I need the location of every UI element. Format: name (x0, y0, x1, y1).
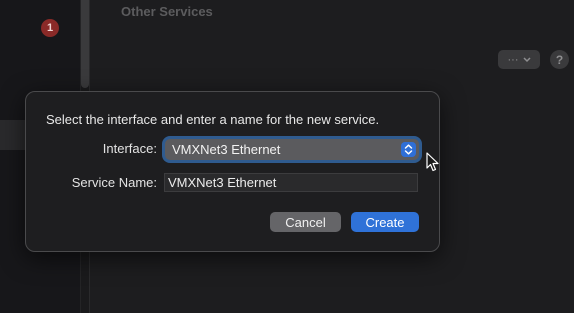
interface-label: Interface: (102, 141, 157, 156)
service-name-field[interactable]: VMXNet3 Ethernet (164, 173, 418, 192)
create-button[interactable]: Create (351, 212, 419, 232)
network-settings-window: 1 Other Services ··· ? Select the interf… (0, 0, 574, 313)
help-button[interactable]: ? (550, 50, 569, 69)
up-down-chevron-icon (401, 142, 416, 157)
mouse-pointer-icon (426, 152, 439, 172)
sidebar-scrollbar-thumb[interactable] (81, 0, 89, 88)
sheet-prompt: Select the interface and enter a name fo… (46, 112, 380, 127)
section-title: Other Services (121, 4, 213, 19)
new-service-sheet: Select the interface and enter a name fo… (25, 91, 440, 252)
ellipsis-icon: ··· (507, 53, 519, 66)
more-actions-button[interactable]: ··· (498, 50, 540, 69)
notification-badge: 1 (41, 19, 59, 37)
service-name-label: Service Name: (71, 175, 157, 190)
chevron-down-icon (522, 56, 531, 62)
sidebar-selected-item[interactable] (0, 120, 26, 150)
cancel-button[interactable]: Cancel (270, 212, 341, 232)
interface-popup[interactable]: VMXNet3 Ethernet (165, 139, 419, 160)
interface-popup-value: VMXNet3 Ethernet (172, 142, 281, 157)
